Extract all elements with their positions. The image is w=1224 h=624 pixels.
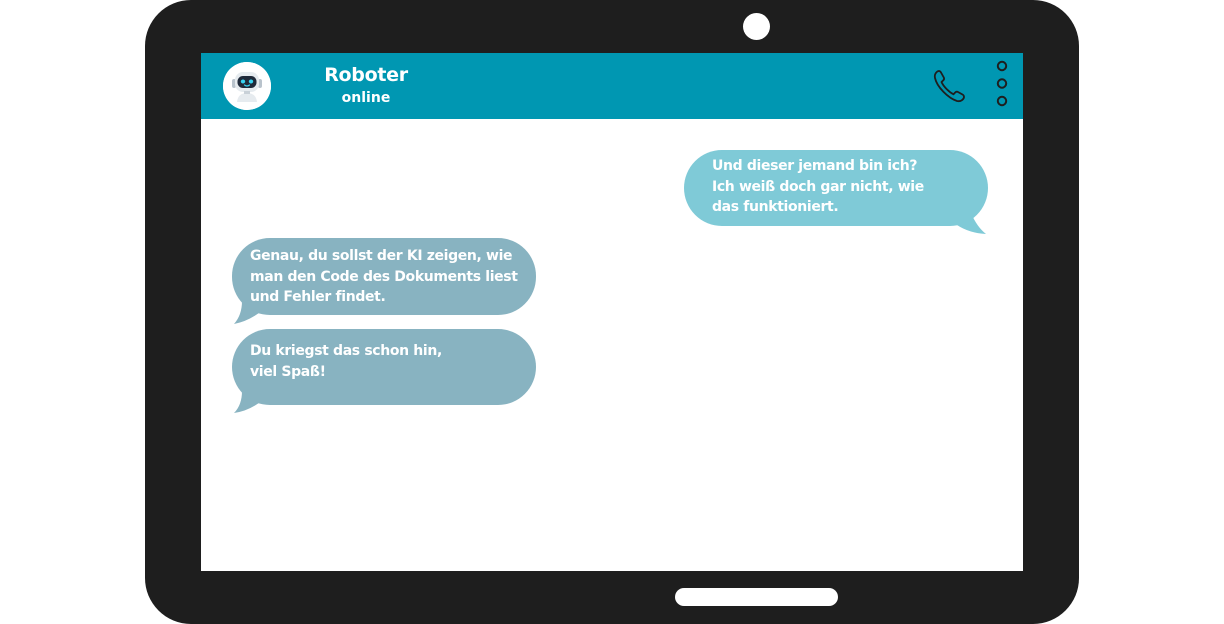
contact-status: online <box>341 90 391 106</box>
more-vertical-icon[interactable] <box>991 58 1013 114</box>
message-bubble-incoming[interactable]: Du kriegst das schon hin, viel Spaß! <box>232 329 536 405</box>
phone-icon[interactable] <box>929 65 971 107</box>
camera-icon <box>743 13 770 40</box>
chat-screen: Roboter online Und dieser jemand bin ich… <box>201 53 1023 571</box>
home-button[interactable] <box>675 588 838 606</box>
message-bubble-outgoing[interactable]: Und dieser jemand bin ich? Ich weiß doch… <box>684 150 988 226</box>
contact-name: Roboter <box>324 64 408 86</box>
chat-header: Roboter online <box>201 53 1023 119</box>
message-bubble-incoming[interactable]: Genau, du sollst der KI zeigen, wie man … <box>232 238 536 315</box>
robot-avatar-icon[interactable] <box>223 62 271 110</box>
